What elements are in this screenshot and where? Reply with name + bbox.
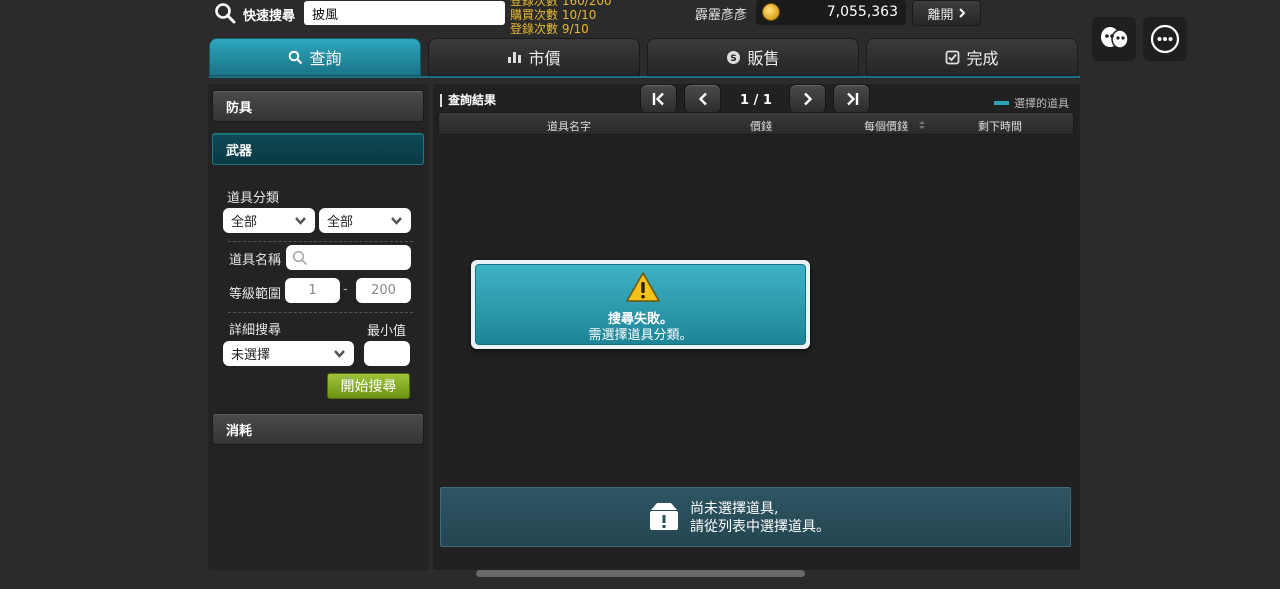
chat-people-icon: [1101, 27, 1129, 49]
min-value-input[interactable]: [364, 341, 410, 366]
first-page-icon: [652, 92, 664, 106]
category-weapon[interactable]: 武器: [212, 133, 424, 165]
category-armor[interactable]: 防具: [212, 90, 424, 122]
item-name-input[interactable]: [286, 245, 411, 270]
detail-search-label: 詳細搜尋: [229, 323, 282, 338]
item-name-label: 道具名稱: [229, 253, 282, 268]
last-page-button[interactable]: [833, 84, 870, 114]
next-page-button[interactable]: [789, 84, 826, 114]
divider: [228, 312, 413, 313]
sort-icon: [919, 121, 925, 129]
select-value: 全部: [231, 215, 258, 230]
buy-count: 購買次數 10/10: [510, 8, 597, 22]
check-icon: [946, 50, 960, 64]
tab-market-price[interactable]: 市價: [428, 38, 640, 76]
chevron-left-icon: [698, 92, 707, 106]
column-time-left[interactable]: 剩下時間: [978, 118, 1022, 134]
search-icon: [215, 3, 236, 24]
placeholder-text: 尚未選擇道具, 請從列表中選擇道具。: [690, 500, 830, 536]
tab-label: 市價: [528, 49, 561, 68]
coin-icon: [762, 3, 780, 21]
top-bar: 快速搜尋 登錄次數 160/200 購買次數 10/10 登錄次數 9/10 霹…: [0, 0, 1280, 36]
level-separator: -: [343, 282, 348, 297]
divider: [228, 241, 413, 242]
warning-icon: [626, 272, 660, 302]
category-panel: 防具 武器 道具分類 全部 全部 道具名稱 等級範圍 1 - 200 詳細搜尋 …: [208, 84, 429, 570]
page-indicator: 1 / 1: [740, 93, 772, 108]
results-title: 查詢結果: [440, 94, 496, 107]
dialog-body: 搜尋失敗。 需選擇道具分類。: [475, 264, 806, 345]
chevron-down-icon: [295, 217, 306, 225]
more-options-button[interactable]: [1143, 17, 1187, 61]
item-category-label: 道具分類: [227, 191, 280, 206]
tab-label: 完成: [966, 49, 999, 68]
tab-complete[interactable]: 完成: [866, 38, 1078, 76]
sell-icon: S: [727, 50, 741, 64]
category-select-2[interactable]: 全部: [319, 208, 411, 233]
search-failed-dialog[interactable]: 搜尋失敗。 需選擇道具分類。: [471, 260, 810, 349]
tab-search[interactable]: 查詢: [209, 38, 421, 76]
last-page-icon: [846, 92, 858, 106]
level-range-label: 等級範圍: [229, 287, 282, 302]
chat-button[interactable]: [1092, 17, 1136, 61]
chevron-right-icon: [803, 92, 812, 106]
tab-sell[interactable]: S 販售: [647, 38, 859, 76]
gold-amount: 7,055,363: [826, 4, 898, 20]
category-consumable[interactable]: 消耗: [212, 413, 424, 445]
item-detail-placeholder: 尚未選擇道具, 請從列表中選擇道具。: [440, 487, 1071, 547]
tab-label: 販售: [747, 49, 780, 68]
tab-underline: [209, 76, 1080, 78]
more-icon: [1150, 24, 1180, 54]
legend-swatch: [994, 101, 1009, 105]
level-max-input[interactable]: 200: [356, 278, 411, 303]
prev-page-button[interactable]: [684, 84, 721, 114]
search-icon: [289, 50, 303, 64]
placeholder-line-2: 請從列表中選擇道具。: [690, 519, 830, 535]
dialog-message: 需選擇道具分類。: [588, 328, 693, 343]
first-page-button[interactable]: [640, 84, 677, 114]
level-min-input[interactable]: 1: [285, 278, 340, 303]
quick-search-input[interactable]: [304, 1, 505, 25]
column-item-name[interactable]: 道具名字: [547, 118, 591, 134]
chevron-down-icon: [334, 350, 345, 358]
exit-label: 離開: [927, 7, 954, 23]
select-value: 全部: [327, 215, 354, 230]
quick-search-label: 快速搜尋: [243, 9, 296, 24]
register-count: 登錄次數 9/10: [510, 22, 589, 36]
svg-text:S: S: [731, 54, 737, 64]
gold-display: 7,055,363: [756, 0, 906, 25]
search-icon: [292, 250, 308, 265]
selected-item-legend: 選擇的道具: [994, 95, 1069, 111]
tab-label: 查詢: [309, 49, 342, 68]
column-unit-price[interactable]: 每個價錢: [864, 118, 908, 134]
character-name: 霹靂彥彥: [695, 8, 748, 23]
exit-button[interactable]: 離開: [912, 0, 981, 26]
chart-icon: [508, 52, 522, 63]
column-price[interactable]: 價錢: [750, 118, 772, 134]
start-search-button[interactable]: 開始搜尋: [327, 373, 410, 399]
results-table-header: 道具名字 價錢 每個價錢 剩下時間: [438, 112, 1074, 135]
horizontal-scrollbar[interactable]: [476, 570, 805, 577]
category-select-1[interactable]: 全部: [223, 208, 315, 233]
empty-box-icon: [650, 503, 678, 530]
select-value: 未選擇: [231, 348, 271, 363]
detail-search-select[interactable]: 未選擇: [223, 341, 354, 366]
chevron-down-icon: [391, 217, 402, 225]
chevron-right-icon: [958, 8, 965, 18]
cut-count: 登錄次數 160/200: [510, 0, 612, 8]
placeholder-line-1: 尚未選擇道具,: [690, 501, 779, 517]
min-value-label: 最小值: [367, 324, 407, 339]
legend-label: 選擇的道具: [1014, 97, 1069, 110]
trade-counts: 登錄次數 160/200 購買次數 10/10 登錄次數 9/10: [510, 0, 612, 36]
